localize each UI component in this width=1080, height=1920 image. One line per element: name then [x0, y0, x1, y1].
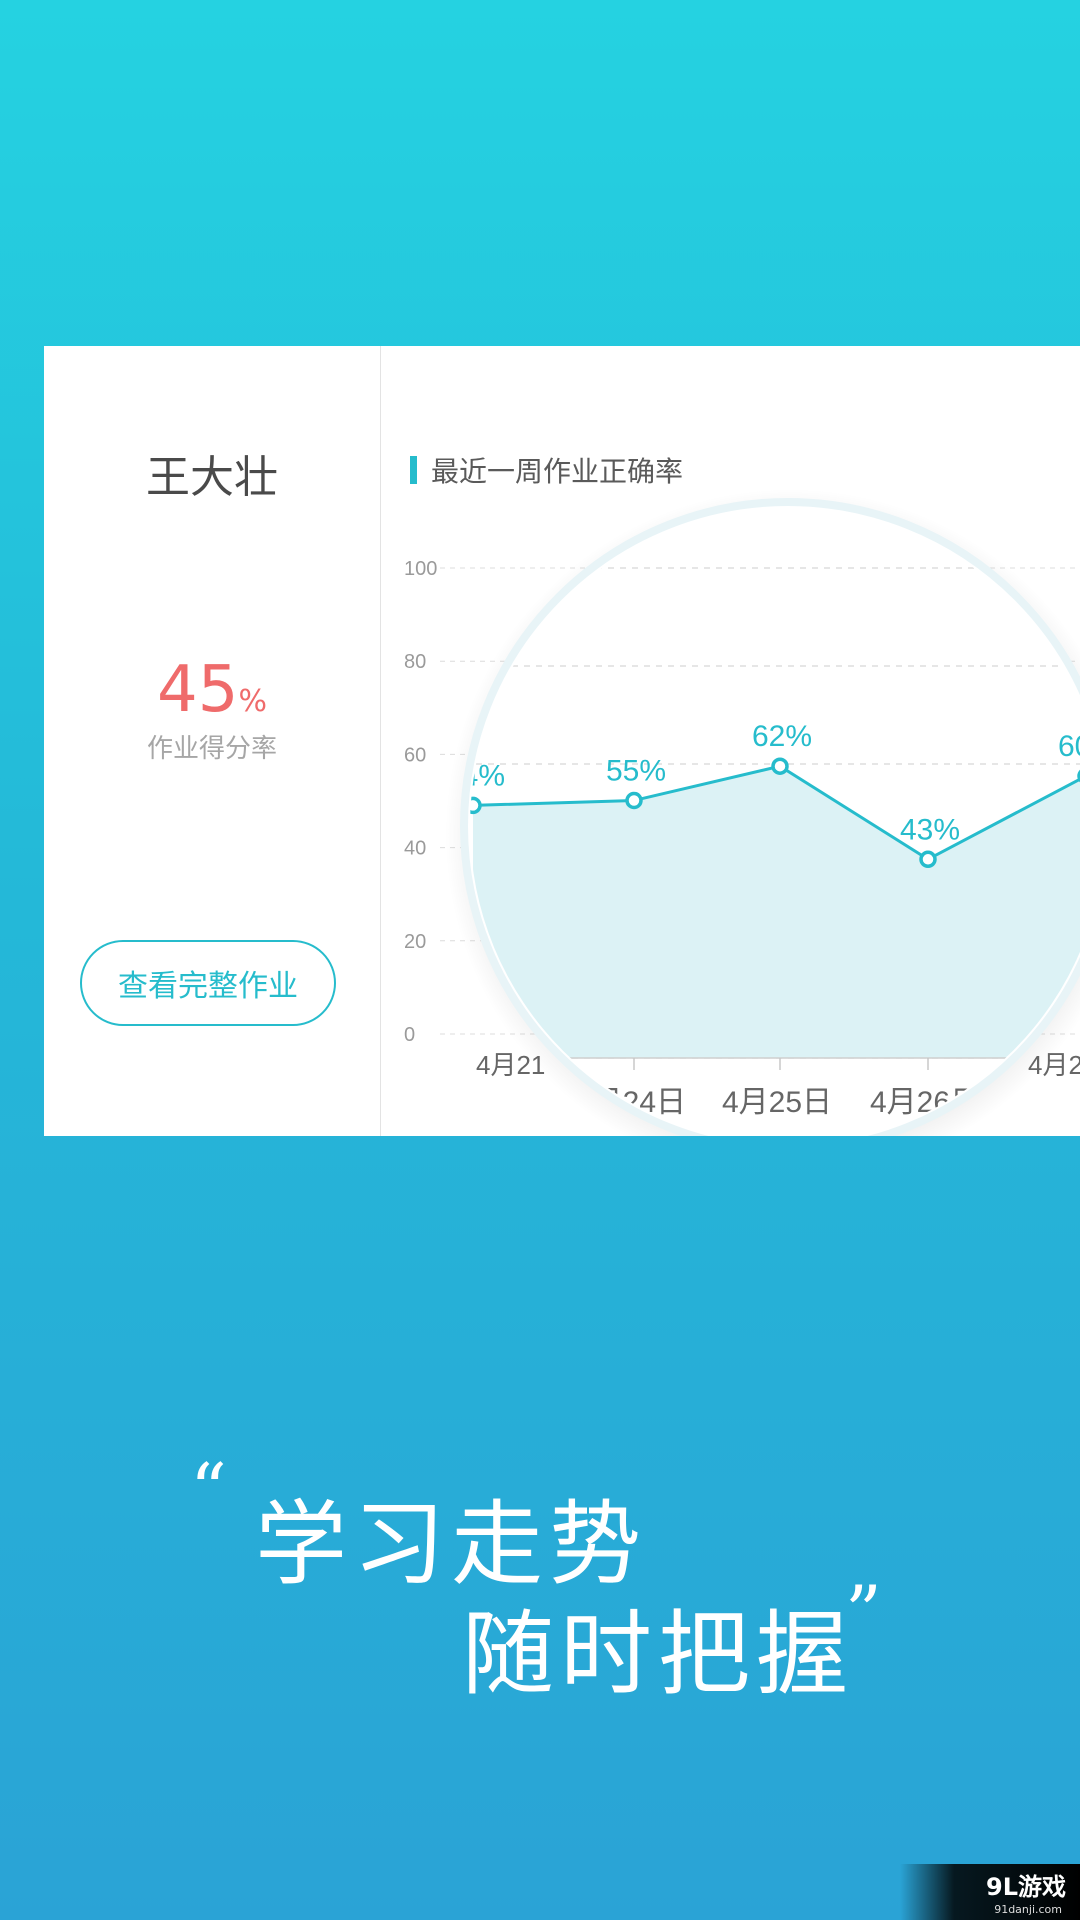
student-card: 王大壮 45% 作业得分率 查看完整作业 最近一周作业正确率 0 20 40 60 80… — [44, 346, 1080, 1136]
data-label: 60% — [1058, 730, 1080, 763]
y-tick-label: 0 — [404, 1024, 415, 1046]
data-point — [919, 850, 937, 869]
y-tick-label: 80 — [404, 651, 426, 673]
score-number: 45 — [157, 653, 239, 727]
y-tick-label: 100 — [404, 558, 437, 580]
watermark-url: 91danji.com — [994, 1903, 1062, 1916]
score-unit: % — [238, 684, 267, 719]
x-tick-label-magnified: 4月25日 — [722, 1086, 832, 1119]
student-name: 王大壮 — [146, 452, 278, 503]
data-label: 55% — [606, 755, 666, 788]
view-full-homework-button[interactable]: 查看完整作业 — [80, 940, 336, 1026]
y-tick-label: 20 — [404, 931, 426, 953]
data-label: 43% — [900, 813, 960, 846]
data-point — [625, 791, 643, 810]
accuracy-line-chart: 0204060801004月214月26日 54%55%62%43%60%4月2… — [404, 489, 1080, 1136]
data-point — [771, 757, 789, 775]
tagline-line-2: 随时把握 — [462, 1601, 855, 1708]
score-value: 45% — [44, 658, 380, 722]
y-tick-label: 40 — [404, 838, 426, 860]
open-quote-mark: “ — [190, 1448, 227, 1532]
score-label: 作业得分率 — [146, 734, 277, 764]
watermark-logo: 9L游戏 — [986, 1873, 1066, 1901]
y-tick-label: 60 — [404, 744, 426, 766]
data-label: 62% — [752, 720, 812, 753]
close-quote-mark: ” — [845, 1570, 882, 1654]
student-summary-panel: 王大壮 45% 作业得分率 查看完整作业 — [44, 346, 381, 1136]
